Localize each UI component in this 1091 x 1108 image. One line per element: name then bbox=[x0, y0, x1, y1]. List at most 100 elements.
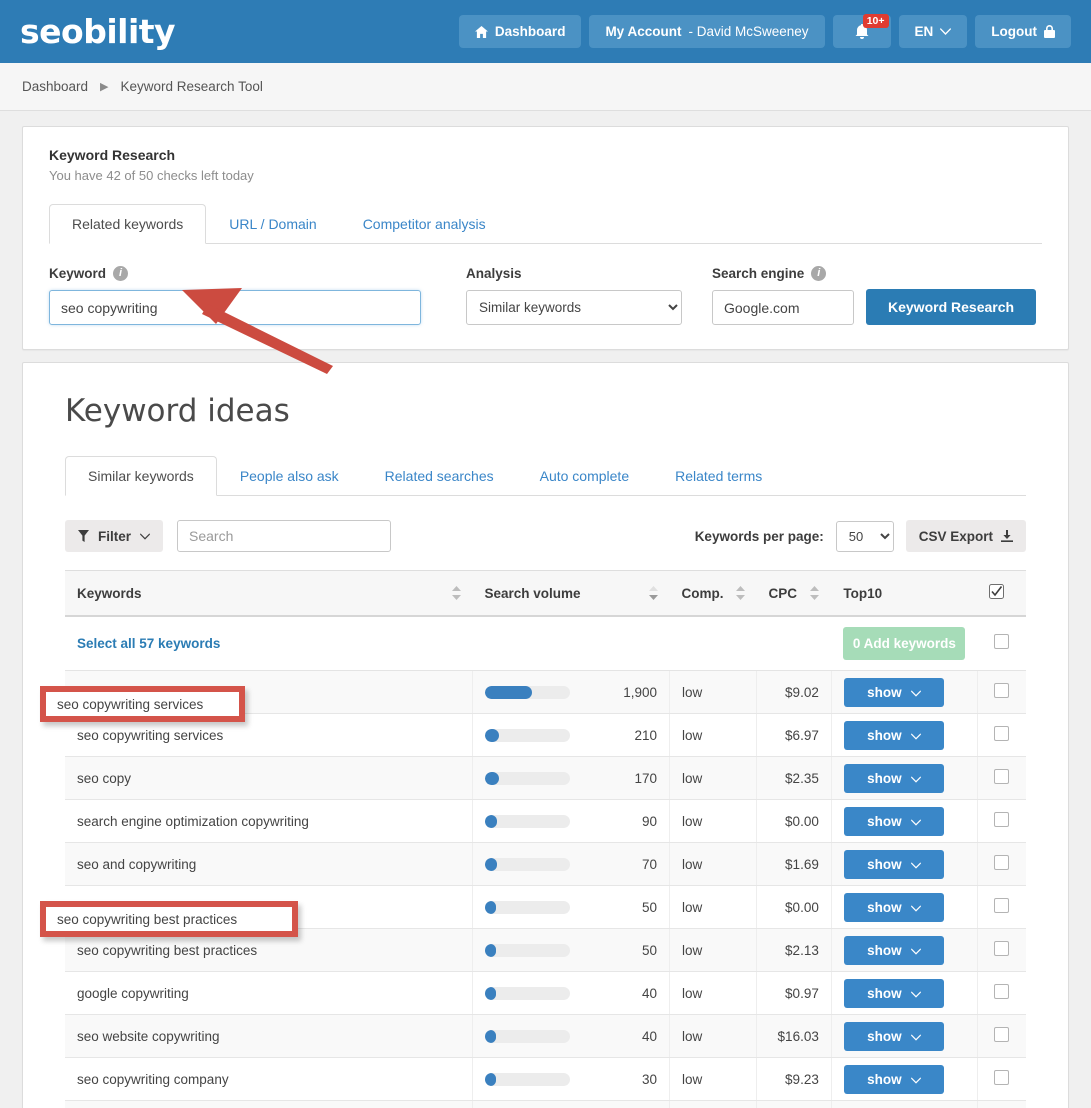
info-icon[interactable]: i bbox=[113, 266, 129, 281]
info-icon[interactable]: i bbox=[811, 266, 827, 281]
row-checkbox[interactable] bbox=[994, 855, 1010, 870]
column-header-select-all[interactable] bbox=[977, 570, 1026, 617]
cpc-value: $9.23 bbox=[785, 1071, 819, 1087]
keyword-ideas-tabs: Similar keywords People also ask Related… bbox=[65, 455, 1026, 496]
show-top10-button[interactable]: show bbox=[843, 849, 944, 879]
column-header-comp[interactable]: Comp. bbox=[669, 570, 757, 617]
select-all-row-checkbox[interactable] bbox=[994, 633, 1010, 649]
cell-competition: low bbox=[669, 756, 758, 800]
row-checkbox[interactable] bbox=[994, 769, 1010, 784]
column-header-keywords[interactable]: Keywords bbox=[65, 570, 473, 617]
show-top10-button[interactable]: show bbox=[843, 806, 944, 836]
table-row[interactable]: seo copywriting company 30 low $9.23 show bbox=[65, 1057, 1026, 1101]
row-checkbox[interactable] bbox=[994, 898, 1010, 913]
row-checkbox[interactable] bbox=[994, 984, 1010, 999]
tab-related-terms[interactable]: Related terms bbox=[652, 456, 785, 496]
cell-cpc: $0.00 bbox=[756, 885, 832, 929]
keywords-per-page-label: Keywords per page: bbox=[694, 528, 824, 544]
tab-competitor-analysis[interactable]: Competitor analysis bbox=[340, 204, 509, 244]
show-top10-button[interactable]: show bbox=[843, 720, 944, 750]
table-row[interactable]: seo and copywriting 70 low $1.69 show bbox=[65, 842, 1026, 886]
cell-competition: low bbox=[669, 971, 758, 1015]
column-label-top10: Top10 bbox=[843, 585, 883, 601]
show-top10-button[interactable]: show bbox=[843, 892, 944, 922]
competition-value: low bbox=[682, 684, 703, 700]
row-checkbox[interactable] bbox=[994, 812, 1010, 827]
cell-competition: low bbox=[669, 799, 758, 843]
cell-competition: low bbox=[669, 1014, 758, 1058]
row-checkbox[interactable] bbox=[994, 726, 1010, 741]
cell-top10: show bbox=[831, 713, 978, 757]
analysis-select[interactable]: Similar keywords bbox=[466, 290, 682, 325]
search-volume-bar-fill bbox=[485, 771, 499, 785]
show-button-label: show bbox=[867, 770, 902, 786]
tab-people-also-ask[interactable]: People also ask bbox=[217, 456, 362, 496]
cell-search-volume: 30 bbox=[472, 1057, 671, 1101]
competition-value: low bbox=[682, 727, 703, 743]
seobility-logo[interactable]: seobility bbox=[20, 12, 176, 51]
tab-similar-keywords[interactable]: Similar keywords bbox=[65, 456, 217, 496]
sort-icon[interactable] bbox=[440, 586, 461, 600]
table-row[interactable]: seo web copy30low$0.00show bbox=[65, 1100, 1026, 1108]
add-keywords-button[interactable]: 0 Add keywords bbox=[843, 627, 966, 660]
nav-language-button[interactable]: EN bbox=[898, 15, 968, 48]
highlight-box-seo-copywriting-best-practices: seo copywriting best practices bbox=[40, 901, 298, 937]
select-all-keywords-link[interactable]: Select all 57 keywords bbox=[77, 636, 220, 651]
search-volume-bar-fill bbox=[485, 1072, 497, 1086]
show-button-label: show bbox=[867, 1028, 902, 1044]
nav-dashboard-button[interactable]: Dashboard bbox=[458, 15, 582, 48]
sort-icon[interactable] bbox=[724, 586, 745, 600]
show-button-label: show bbox=[867, 813, 902, 829]
keyword-text: seo and copywriting bbox=[77, 856, 197, 872]
column-header-search-volume[interactable]: Search volume bbox=[472, 570, 670, 617]
cell-top10: show bbox=[831, 928, 978, 972]
lock-icon bbox=[1044, 25, 1055, 38]
keyword-text: seo copy bbox=[77, 770, 132, 786]
chevron-down-icon bbox=[910, 1029, 921, 1044]
show-top10-button[interactable]: show bbox=[843, 978, 944, 1008]
cell-cpc: $2.13 bbox=[756, 928, 832, 972]
search-engine-input[interactable] bbox=[712, 290, 854, 325]
search-volume-bar-fill bbox=[485, 900, 497, 914]
cell-cpc: $1.69 bbox=[756, 842, 832, 886]
cell-row-checkbox bbox=[977, 799, 1026, 843]
show-top10-button[interactable]: show bbox=[843, 763, 944, 793]
csv-export-button[interactable]: CSV Export bbox=[905, 520, 1026, 552]
keyword-research-submit-button[interactable]: Keyword Research bbox=[866, 289, 1037, 325]
row-checkbox[interactable] bbox=[994, 1070, 1010, 1085]
search-volume-bar-track bbox=[485, 685, 570, 699]
show-top10-button[interactable]: show bbox=[843, 1064, 944, 1094]
row-checkbox[interactable] bbox=[994, 941, 1010, 956]
table-row[interactable]: google copywriting 40 low $0.97 show bbox=[65, 971, 1026, 1015]
sort-icon[interactable] bbox=[798, 586, 820, 600]
show-top10-button[interactable]: show bbox=[843, 1021, 944, 1051]
cell-competition: low bbox=[669, 1057, 758, 1101]
sort-icon-active[interactable] bbox=[637, 586, 658, 600]
tab-related-keywords[interactable]: Related keywords bbox=[49, 204, 207, 244]
show-top10-button[interactable]: show bbox=[843, 935, 944, 965]
select-all-checkbox-icon[interactable] bbox=[989, 584, 1005, 602]
table-row[interactable]: seo website copywriting 40 low $16.03 show bbox=[65, 1014, 1026, 1058]
row-checkbox[interactable] bbox=[994, 683, 1010, 698]
show-top10-button[interactable]: show bbox=[843, 677, 944, 707]
cell-keyword: seo web copy bbox=[65, 1100, 473, 1108]
row-checkbox[interactable] bbox=[994, 1027, 1010, 1042]
table-row[interactable]: search engine optimization copywriting 90… bbox=[65, 799, 1026, 843]
nav-logout-button[interactable]: Logout bbox=[975, 15, 1071, 48]
nav-my-account-button[interactable]: My Account - David McSweeney bbox=[589, 15, 825, 48]
search-input[interactable] bbox=[177, 520, 392, 552]
tab-auto-complete[interactable]: Auto complete bbox=[517, 456, 653, 496]
cell-cpc: $16.03 bbox=[756, 1014, 832, 1058]
breadcrumb-dashboard-link[interactable]: Dashboard bbox=[22, 79, 88, 94]
column-header-cpc[interactable]: CPC bbox=[756, 570, 832, 617]
table-row[interactable]: seo copy 170 low $2.35 show bbox=[65, 756, 1026, 800]
keyword-input[interactable] bbox=[49, 290, 421, 325]
filter-button[interactable]: Filter bbox=[65, 520, 164, 552]
tab-related-searches[interactable]: Related searches bbox=[362, 456, 517, 496]
tab-url-domain[interactable]: URL / Domain bbox=[206, 204, 339, 244]
keywords-per-page-select[interactable]: 50 bbox=[835, 520, 894, 552]
highlight-box-seo-copywriting-services: seo copywriting services bbox=[40, 686, 245, 722]
search-volume-value: 50 bbox=[642, 899, 658, 915]
search-engine-field-group: Search engine i bbox=[712, 266, 854, 325]
nav-notifications-button[interactable]: 10+ bbox=[832, 14, 891, 48]
